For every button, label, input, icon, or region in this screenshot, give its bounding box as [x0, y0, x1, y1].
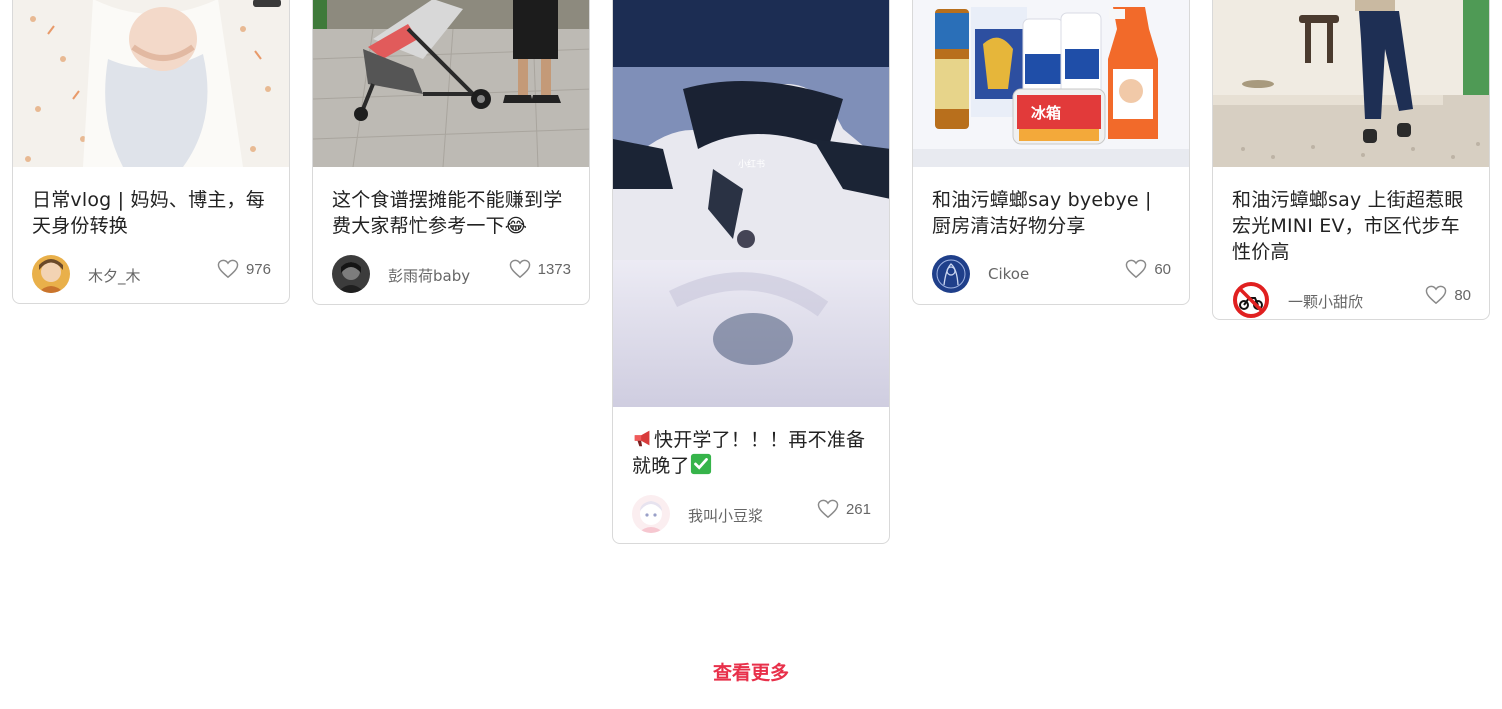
note-card[interactable]: 这个食谱摆摊能不能赚到学费大家帮忙参考一下😂 彭雨荷baby 1373 — [312, 0, 590, 305]
author-name[interactable]: 木夕_木 — [88, 265, 141, 286]
note-cover-image[interactable] — [313, 0, 589, 167]
avatar-icon — [32, 255, 70, 293]
author-avatar[interactable] — [932, 255, 970, 293]
check-mark-icon — [690, 453, 711, 475]
note-meta: 彭雨荷baby 1373 — [332, 255, 571, 293]
note-card[interactable]: 日常vlog | 妈妈、博主，每天身份转换 木夕_木 976 — [12, 0, 290, 304]
note-title[interactable]: 日常vlog | 妈妈、博主，每天身份转换 — [32, 187, 271, 239]
note-title[interactable]: 这个食谱摆摊能不能赚到学费大家帮忙参考一下😂 — [332, 187, 571, 239]
heart-icon — [1126, 259, 1147, 279]
note-meta: 一颗小甜欣 80 — [1232, 281, 1471, 319]
author-avatar[interactable] — [332, 255, 370, 293]
note-cover-image[interactable] — [13, 0, 289, 167]
avatar-icon — [932, 255, 970, 293]
note-title[interactable]: 和油污蟑螂say byebye | 厨房清洁好物分享 — [932, 187, 1171, 239]
like-button[interactable]: 60 — [1125, 259, 1171, 279]
baby-photo-icon — [13, 0, 289, 167]
note-cover-image[interactable] — [1213, 0, 1489, 167]
note-card[interactable]: 小红书 快开学了！！！再不准备就晚了 我叫小豆浆 261 — [612, 0, 890, 544]
note-cover-image[interactable]: 小红书 — [613, 0, 889, 407]
note-card[interactable]: 和油污蟑螂say 上街超惹眼宏光MINI EV，市区代步车性价高 一颗小甜欣 8… — [1212, 0, 1490, 320]
like-count: 60 — [1154, 260, 1171, 278]
heart-icon — [817, 499, 839, 519]
cover-caption: 冰箱 — [1031, 104, 1061, 122]
note-cover-image[interactable]: 冰箱 — [913, 0, 1189, 167]
like-button[interactable]: 1373 — [509, 259, 571, 279]
author-name[interactable]: 一颗小甜欣 — [1288, 291, 1363, 312]
like-count: 261 — [845, 500, 871, 518]
avatar-icon — [332, 255, 370, 293]
megaphone-icon — [634, 430, 650, 447]
note-title[interactable]: 和油污蟑螂say 上街超惹眼宏光MINI EV，市区代步车性价高 — [1232, 187, 1471, 265]
motorcycle-photo-icon: 小红书 — [613, 0, 889, 407]
like-button[interactable]: 976 — [217, 259, 271, 279]
author-name[interactable]: 彭雨荷baby — [388, 265, 470, 286]
like-button[interactable]: 80 — [1425, 285, 1471, 305]
heart-icon — [1426, 285, 1447, 305]
like-count: 1373 — [537, 260, 571, 278]
avatar-icon — [632, 495, 670, 533]
author-name[interactable]: Cikoe — [988, 265, 1029, 283]
author-avatar[interactable] — [1232, 281, 1270, 319]
cleaning-products-photo-icon: 冰箱 — [913, 0, 1189, 167]
note-title-text: 快开学了！！！再不准备就晚了 — [632, 429, 866, 477]
like-count: 80 — [1454, 286, 1471, 304]
seated-person-photo-icon — [1213, 0, 1489, 167]
cover-caption: 小红书 — [738, 158, 765, 170]
no-motorcycle-sign-icon — [1233, 282, 1269, 318]
author-name[interactable]: 我叫小豆浆 — [688, 505, 763, 526]
note-meta: 我叫小豆浆 261 — [632, 495, 871, 533]
load-more-button[interactable]: 查看更多 — [0, 658, 1502, 685]
note-title[interactable]: 快开学了！！！再不准备就晚了 — [632, 427, 871, 479]
heart-icon — [217, 259, 239, 279]
note-meta: 木夕_木 976 — [32, 255, 271, 293]
heart-icon — [509, 259, 530, 279]
note-meta: Cikoe 60 — [932, 255, 1171, 293]
note-card[interactable]: 冰箱 和油污蟑螂say byebye | 厨房清洁好物分享 Cikoe 60 — [912, 0, 1190, 305]
like-count: 976 — [245, 260, 271, 278]
stroller-photo-icon — [313, 0, 589, 167]
author-avatar[interactable] — [632, 495, 670, 533]
author-avatar[interactable] — [32, 255, 70, 293]
like-button[interactable]: 261 — [817, 499, 871, 519]
